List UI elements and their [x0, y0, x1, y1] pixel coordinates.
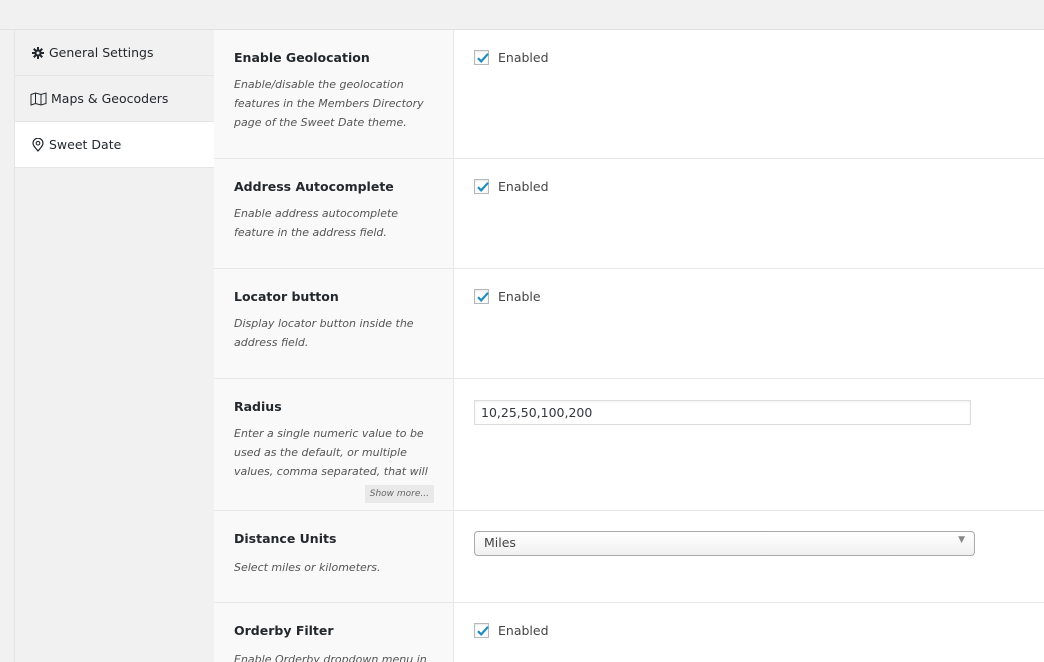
distance-units-select[interactable]: Miles ▼ [474, 531, 975, 556]
setting-title: Address Autocomplete [234, 179, 394, 194]
location-pin-icon [30, 137, 45, 152]
settings-panel: Enable Geolocation Enable/disable the ge… [214, 30, 1044, 662]
sidebar-item-label: Sweet Date [49, 137, 122, 152]
setting-title: Locator button [234, 289, 339, 304]
sidebar-item-maps-geocoders[interactable]: Maps & Geocoders [15, 76, 215, 122]
sidebar-item-label: Maps & Geocoders [51, 91, 169, 106]
setting-row-distance-units: Distance Units Select miles or kilometer… [214, 511, 1044, 603]
orderby-checkbox[interactable] [474, 623, 489, 638]
autocomplete-checkbox-field[interactable]: Enabled [474, 179, 1044, 194]
setting-title: Radius [234, 399, 282, 414]
checkbox-label: Enabled [498, 50, 549, 65]
setting-row-radius: Radius Enter a single numeric value to b… [214, 379, 1044, 511]
checkbox-label: Enable [498, 289, 541, 304]
setting-row-locator: Locator button Display locator button in… [214, 269, 1044, 379]
setting-row-autocomplete: Address Autocomplete Enable address auto… [214, 159, 1044, 269]
setting-label-column: Address Autocomplete Enable address auto… [214, 159, 454, 268]
setting-field-column: 10,25,50,100,200 [454, 379, 1044, 510]
locator-checkbox-field[interactable]: Enable [474, 289, 1044, 304]
setting-label-column: Orderby Filter Enable Orderby dropdown m… [214, 603, 454, 662]
locator-checkbox[interactable] [474, 289, 489, 304]
checkbox-label: Enabled [498, 623, 549, 638]
sidebar-item-label: General Settings [49, 45, 154, 60]
setting-description: Enable/disable the geolocation features … [234, 78, 424, 129]
radius-input[interactable]: 10,25,50,100,200 [474, 400, 971, 425]
geolocation-checkbox[interactable] [474, 50, 489, 65]
setting-description: Enable Orderby dropdown menu in [234, 653, 427, 662]
setting-title: Enable Geolocation [234, 50, 370, 65]
setting-label-column: Radius Enter a single numeric value to b… [214, 379, 454, 510]
setting-label-column: Enable Geolocation Enable/disable the ge… [214, 30, 454, 158]
show-more-container: Show more... [234, 485, 434, 503]
map-icon [30, 91, 47, 106]
orderby-checkbox-field[interactable]: Enabled [474, 623, 1044, 638]
checkmark-icon [477, 53, 489, 64]
top-strip [0, 0, 1044, 30]
setting-field-column: Miles ▼ [454, 511, 1044, 602]
checkmark-icon [477, 626, 489, 637]
dropdown-arrow-icon: ▼ [958, 535, 965, 545]
checkmark-icon [477, 292, 489, 303]
autocomplete-checkbox[interactable] [474, 179, 489, 194]
setting-description: Display locator button inside the addres… [234, 317, 414, 349]
setting-description: Select miles or kilometers. [234, 561, 381, 574]
sidebar-item-general-settings[interactable]: General Settings [15, 30, 215, 76]
setting-description: Enter a single numeric value to be used … [234, 427, 428, 478]
setting-row-orderby: Orderby Filter Enable Orderby dropdown m… [214, 603, 1044, 662]
settings-sidebar: General Settings Maps & Geocoders Sweet … [14, 30, 216, 662]
setting-title: Distance Units [234, 531, 337, 546]
sidebar-item-sweet-date[interactable]: Sweet Date [15, 122, 216, 168]
checkmark-icon [477, 182, 489, 193]
gear-icon [30, 45, 45, 60]
setting-row-geolocation: Enable Geolocation Enable/disable the ge… [214, 30, 1044, 159]
checkbox-label: Enabled [498, 179, 549, 194]
setting-label-column: Locator button Display locator button in… [214, 269, 454, 378]
setting-description: Enable address autocomplete feature in t… [234, 207, 399, 239]
setting-field-column: Enable [454, 269, 1044, 378]
geolocation-checkbox-field[interactable]: Enabled [474, 50, 1044, 65]
select-value: Miles [484, 535, 516, 550]
setting-label-column: Distance Units Select miles or kilometer… [214, 511, 454, 602]
setting-field-column: Enabled [454, 603, 1044, 662]
setting-field-column: Enabled [454, 159, 1044, 268]
setting-field-column: Enabled [454, 30, 1044, 158]
setting-title: Orderby Filter [234, 623, 334, 638]
show-more-button[interactable]: Show more... [364, 485, 434, 503]
